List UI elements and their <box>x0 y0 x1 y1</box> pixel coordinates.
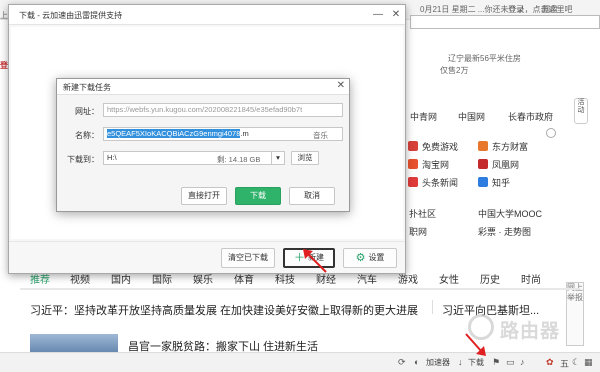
taobao-icon <box>408 159 418 169</box>
window-title: 下载 - 云加速由迅雷提供支持 <box>19 11 123 20</box>
news-link[interactable]: 辽宁最新56平米住房 <box>448 53 521 64</box>
site-link[interactable]: 知乎 <box>478 176 510 189</box>
close-icon[interactable]: ✕ <box>389 8 403 22</box>
new-download-dialog: 新建下载任务 ✕ 网址： https://webfs.yun.kugou.com… <box>56 78 350 212</box>
site-link[interactable]: 彩票 · 走势图 <box>478 225 531 238</box>
gear-icon[interactable] <box>546 128 556 138</box>
flag-icon[interactable]: ⚑ <box>492 357 500 368</box>
site-link[interactable]: 免费游戏 <box>408 140 458 153</box>
tab-women[interactable]: 女性 <box>439 271 459 286</box>
url-label: 网址： <box>75 107 99 116</box>
site-link[interactable]: 中国网 <box>458 110 485 123</box>
input-method-icon[interactable]: 五 <box>560 357 569 370</box>
refresh-icon[interactable]: ⟳ <box>398 357 406 368</box>
search-box[interactable] <box>410 15 600 29</box>
settings-button[interactable]: ⚙ 设置 <box>343 248 397 268</box>
paw-icon[interactable]: ✿ <box>546 357 554 368</box>
open-directly-button[interactable]: 直接打开 <box>181 187 227 205</box>
fortune-icon <box>478 141 488 151</box>
site-link[interactable]: 中国大学MOOC <box>478 207 542 220</box>
tab-fashion[interactable]: 时尚 <box>521 271 541 286</box>
site-link[interactable]: 扑社区 <box>409 207 436 220</box>
chevron-down-icon[interactable]: ▾ <box>271 151 285 165</box>
annotation-arrow <box>303 249 327 273</box>
cloud-drive-link[interactable]: 网盘 <box>542 4 558 15</box>
filename-field[interactable]: e5QEAF5XIoKACQBiACzG9enmgi4078.m <box>103 127 343 141</box>
site-link[interactable]: 淘宝网 <box>408 158 449 171</box>
left-snippet: 登 <box>0 61 8 70</box>
site-link[interactable]: 头条新闻 <box>408 176 458 189</box>
tab-history[interactable]: 历史 <box>480 271 500 286</box>
cancel-button[interactable]: 取消 <box>289 187 335 205</box>
status-bar: ⟳ ◐ 加速器 ↓ 下载 ⚑ ▭ ♪ ✿ 五 ☾ ▦ <box>0 352 600 372</box>
phoenix-icon <box>478 159 488 169</box>
grid-icon[interactable]: ▦ <box>584 357 593 368</box>
dialog-titlebar[interactable]: 新建下载任务 ✕ <box>57 79 349 95</box>
zhihu-icon <box>478 177 488 187</box>
filename-extension: .m <box>240 129 249 138</box>
save-to-label: 下载到： <box>67 155 99 164</box>
news-link[interactable]: 仅售2万 <box>440 65 468 76</box>
headline-link[interactable]: 习近平：坚持改革开放坚持高质量发展 在加快建设美好安徽上取得新的更大进展 <box>30 302 418 318</box>
moon-icon[interactable]: ☾ <box>572 357 580 368</box>
dialog-title: 新建下载任务 <box>63 83 111 92</box>
accelerator-button[interactable]: 加速器 <box>426 357 450 368</box>
login-link[interactable]: 登录 <box>508 4 524 15</box>
toutiao-icon <box>408 177 418 187</box>
site-link[interactable]: 长春市政府 <box>508 110 553 123</box>
clear-downloaded-button[interactable]: 清空已下载 <box>221 248 275 268</box>
close-icon[interactable]: ✕ <box>337 80 345 91</box>
window-titlebar[interactable]: 下载 - 云加速由迅雷提供支持 — ✕ <box>9 5 405 25</box>
url-field[interactable]: https://webfs.yun.kugou.com/202008221845… <box>103 103 343 117</box>
divider <box>432 300 433 314</box>
site-link[interactable]: 东方财富 <box>478 140 528 153</box>
browse-button[interactable]: 浏览 <box>291 151 319 165</box>
annotation-arrow <box>465 333 486 356</box>
accelerator-icon: ◐ <box>414 357 420 367</box>
name-label: 名称： <box>75 131 99 140</box>
filename-selected-text: e5QEAF5XIoKACQBiACzG9enmgi4078 <box>107 129 241 138</box>
window-icon[interactable]: ▭ <box>506 357 515 368</box>
window-footer: 清空已下载 ＋新建 ⚙ 设置 <box>9 241 405 273</box>
game-icon <box>408 141 418 151</box>
report-button[interactable]: 网上举报 <box>566 282 584 346</box>
site-link[interactable]: 职网 <box>409 225 427 238</box>
download-button[interactable]: 下载 <box>235 187 281 205</box>
side-ad-button[interactable]: 活动 <box>574 98 588 124</box>
free-space-text: 剩: 14.18 GB <box>217 155 261 164</box>
site-link[interactable]: 中青网 <box>410 110 437 123</box>
minimize-icon[interactable]: — <box>371 8 385 22</box>
sound-icon[interactable]: ♪ <box>520 357 525 367</box>
file-type-label: 音乐 <box>313 131 328 140</box>
gear-icon: ⚙ <box>355 252 366 264</box>
site-link[interactable]: 凤凰网 <box>478 158 519 171</box>
